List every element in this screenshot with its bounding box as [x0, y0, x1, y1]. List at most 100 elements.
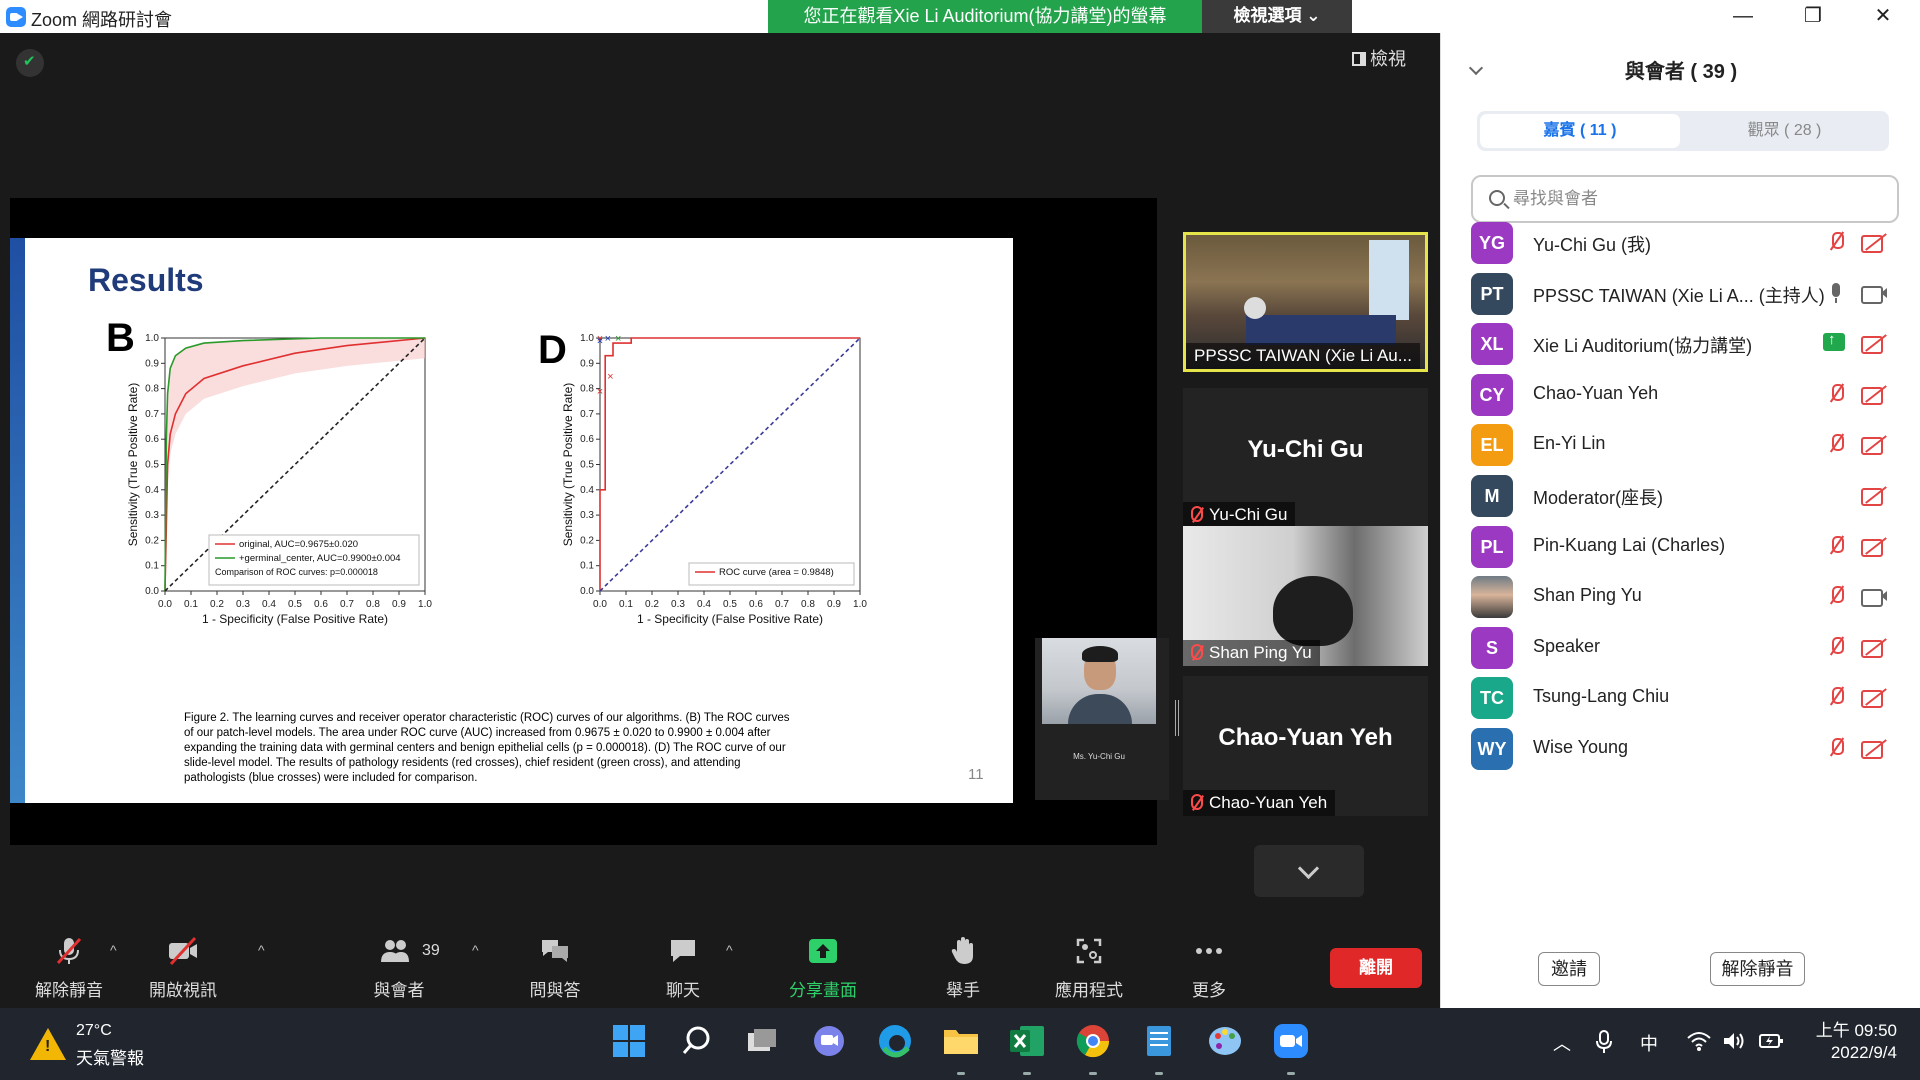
volume-tray-icon[interactable] [1722, 1030, 1746, 1057]
system-clock[interactable]: 上午 09:50 2022/9/4 [1797, 1020, 1897, 1064]
search-taskbar-icon[interactable] [675, 1020, 717, 1062]
video-off-icon[interactable] [1861, 334, 1887, 355]
video-tile-bigname: Yu-Chi Gu [1247, 436, 1364, 463]
participant-row[interactable]: EL En-Yi Lin [1471, 420, 1901, 470]
mic-muted-icon [1191, 506, 1203, 522]
participant-row[interactable]: S Speaker [1471, 623, 1901, 673]
participants-button[interactable]: 39 與會者 [344, 920, 454, 1008]
weather-alert-icon[interactable] [30, 1028, 66, 1060]
video-icon[interactable] [1861, 587, 1887, 608]
video-off-icon[interactable] [1861, 385, 1887, 405]
audio-options-caret[interactable]: ^ [110, 942, 117, 958]
tab-panelists[interactable]: 嘉賓 ( 11 ) [1480, 114, 1680, 148]
ime-indicator[interactable]: 中 [1640, 1030, 1658, 1056]
maximize-button[interactable]: ❐ [1778, 0, 1848, 33]
wifi-tray-icon[interactable] [1686, 1030, 1712, 1057]
mic-muted-icon[interactable] [1829, 738, 1844, 758]
video-tile-shan-ping-yu[interactable]: Shan Ping Yu [1183, 526, 1428, 666]
task-view-icon[interactable] [741, 1020, 783, 1062]
excel-icon[interactable] [1006, 1020, 1048, 1075]
unmute-button[interactable]: 解除靜音 [14, 920, 124, 1008]
strip-scroll-down-button[interactable] [1254, 845, 1364, 897]
video-off-icon[interactable] [1861, 537, 1887, 557]
mic-muted-icon[interactable] [1829, 434, 1844, 454]
search-input[interactable] [1513, 185, 1883, 213]
mic-muted-icon[interactable] [1829, 636, 1844, 657]
view-options-button[interactable]: 檢視選項 ⌄ [1202, 0, 1352, 33]
video-off-icon[interactable] [1861, 638, 1887, 658]
participant-row[interactable]: M Moderator(座長) [1471, 471, 1901, 521]
apps-button[interactable]: 應用程式 [1034, 920, 1144, 1008]
zoom-window: Zoom 網路研討會 您正在觀看Xie Li Auditorium(協力講堂)的… [0, 0, 1920, 1080]
y-tick-label: 0.4 [580, 485, 594, 496]
title-bar: Zoom 網路研討會 您正在觀看Xie Li Auditorium(協力講堂)的… [0, 0, 1920, 33]
y-tick-label: 0.5 [580, 460, 594, 471]
participant-row[interactable]: Shan Ping Yu [1471, 572, 1901, 622]
unmute-all-button[interactable]: 解除靜音 [1710, 952, 1805, 986]
video-off-icon[interactable] [1861, 739, 1887, 759]
leave-button[interactable]: 離開 [1330, 948, 1422, 988]
more-button[interactable]: 更多 [1154, 920, 1264, 1008]
video-off-icon[interactable] [1861, 435, 1887, 456]
participant-search[interactable] [1471, 175, 1899, 223]
share-screen-button[interactable]: 分享畫面 [768, 920, 878, 1008]
participant-row[interactable]: TC Tsung-Lang Chiu [1471, 673, 1901, 723]
mic-muted-icon[interactable] [1829, 383, 1844, 404]
participant-row[interactable]: PL Pin-Kuang Lai (Charles) [1471, 522, 1901, 572]
video-tile-yu-chi-gu[interactable]: Yu-Chi Gu Yu-Chi Gu [1183, 388, 1428, 528]
participant-name: Xie Li Auditorium(協力講堂) [1533, 336, 1753, 357]
participant-name: Moderator(座長) [1533, 488, 1664, 508]
chat-options-caret[interactable]: ^ [726, 942, 733, 958]
video-tile-chao-yuan-yeh[interactable]: Chao-Yuan Yeh Chao-Yuan Yeh [1183, 676, 1428, 816]
video-off-icon[interactable] [1861, 486, 1887, 506]
microphone-tray-icon[interactable] [1594, 1030, 1614, 1059]
video-tile-ppssc[interactable]: PPSSC TAIWAN (Xie Li Au... [1183, 232, 1428, 372]
share-banner: 您正在觀看Xie Li Auditorium(協力講堂)的螢幕 [768, 0, 1202, 33]
notepad-icon[interactable] [1138, 1020, 1180, 1075]
edge-icon [879, 1025, 911, 1058]
video-tile-label: Shan Ping Yu [1183, 640, 1320, 666]
participant-avatar: M [1471, 475, 1513, 517]
invite-button[interactable]: 邀請 [1538, 952, 1600, 986]
participant-avatar [1471, 576, 1513, 619]
chrome-icon[interactable] [1072, 1020, 1114, 1075]
participant-row[interactable]: XL Xie Li Auditorium(協力講堂) [1471, 319, 1901, 369]
participant-row[interactable]: PT PPSSC TAIWAN (Xie Li A... (主持人) [1471, 269, 1901, 319]
start-video-button[interactable]: 開啟視訊 [128, 920, 238, 1008]
weather-text[interactable]: 天氣警報 [76, 1044, 144, 1069]
minimize-button[interactable]: — [1708, 0, 1778, 33]
resize-handle[interactable] [1175, 700, 1179, 736]
security-shield-icon[interactable] [16, 49, 44, 77]
qa-button[interactable]: 問與答 [500, 920, 610, 1008]
mic-muted-icon[interactable] [1829, 687, 1844, 707]
video-off-icon[interactable] [1861, 688, 1887, 709]
paint-icon[interactable] [1204, 1020, 1246, 1062]
chat-button[interactable]: 聊天 [628, 920, 738, 1008]
file-explorer-icon[interactable] [940, 1020, 982, 1075]
video-icon[interactable] [1861, 284, 1887, 304]
mic-muted-icon[interactable] [1829, 535, 1844, 556]
edge-browser-icon[interactable] [874, 1020, 916, 1062]
y-tick-label: 0.9 [580, 358, 594, 369]
show-hidden-icons-chevron-icon[interactable]: ︿ [1553, 1030, 1571, 1056]
participant-row[interactable]: YG Yu-Chi Gu (我) [1471, 218, 1901, 268]
battery-tray-icon[interactable] [1758, 1030, 1784, 1057]
teams-chat-icon[interactable] [808, 1020, 850, 1062]
mic-muted-icon[interactable] [1829, 232, 1844, 252]
participant-row[interactable]: CY Chao-Yuan Yeh [1471, 370, 1901, 420]
zoom-taskbar-icon[interactable] [1270, 1020, 1312, 1075]
mic-icon[interactable] [1829, 282, 1843, 303]
participant-avatar: PT [1471, 272, 1513, 315]
view-button[interactable]: 檢視 [1352, 45, 1406, 71]
participants-icon [381, 940, 409, 962]
raise-hand-button[interactable]: 舉手 [908, 920, 1018, 1008]
video-options-caret[interactable]: ^ [258, 942, 265, 958]
video-off-icon[interactable] [1861, 233, 1887, 253]
presenter-name: Ms. Yu-Chi Gu [1073, 752, 1125, 761]
start-menu-icon[interactable] [608, 1020, 650, 1062]
close-window-button[interactable]: ✕ [1848, 0, 1918, 33]
tab-attendees[interactable]: 觀眾 ( 28 ) [1683, 114, 1886, 148]
participants-options-caret[interactable]: ^ [472, 942, 479, 958]
participant-row[interactable]: WY Wise Young [1471, 724, 1901, 774]
mic-muted-icon[interactable] [1829, 586, 1844, 606]
